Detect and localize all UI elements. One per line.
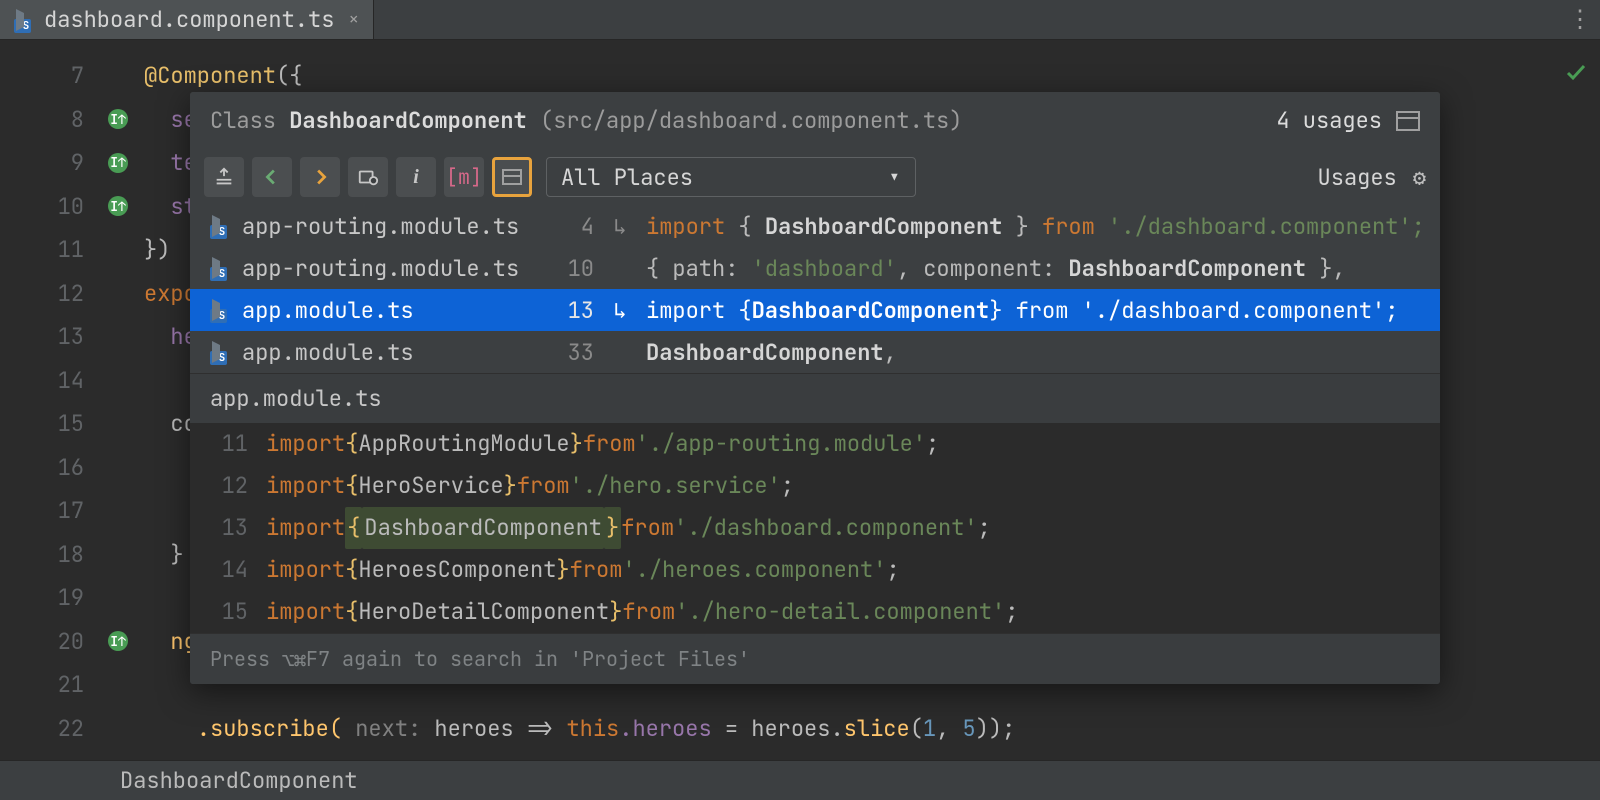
typescript-file-icon [14, 9, 36, 31]
gutter-line: 21 [0, 663, 100, 707]
gutter-line: 16 [0, 446, 100, 490]
gutter-line: 15 [0, 402, 100, 446]
import-usage-icon: ↳ [608, 296, 632, 325]
implements-gutter-icon[interactable]: I↑ [108, 109, 128, 129]
usages-count: 4 usages [1276, 106, 1382, 135]
find-usages-popup: Class DashboardComponent (src/app/dashbo… [190, 92, 1440, 684]
usage-row[interactable]: app.module.ts 13 ↳ import {DashboardCompone… [190, 289, 1440, 331]
gutter-line: 20I↑ [0, 620, 100, 664]
usage-row[interactable]: app-routing.module.ts 10 { path: 'dashboa… [190, 247, 1440, 289]
gutter-line: 12 [0, 272, 100, 316]
show-read-access-button[interactable]: i [396, 157, 436, 197]
statusbar: DashboardComponent [0, 760, 1600, 800]
popup-title-class: DashboardComponent [289, 106, 527, 135]
usages-filter-label[interactable]: Usages [1318, 163, 1397, 192]
show-write-access-button[interactable]: [m] [444, 157, 484, 197]
usage-file: app.module.ts [210, 296, 540, 325]
usage-lineno: 13 [554, 296, 594, 325]
implements-gutter-icon[interactable]: I↑ [108, 196, 128, 216]
usage-lineno: 33 [554, 338, 594, 367]
import-usage-icon: ↳ [608, 212, 632, 241]
usage-row[interactable]: app-routing.module.ts 4 ↳ import { Dashboar… [190, 205, 1440, 247]
gutter-line: 13 [0, 315, 100, 359]
preview-toggle-button[interactable] [492, 157, 532, 197]
preview-filename: app.module.ts [190, 373, 1440, 423]
usage-row[interactable]: app.module.ts 33 DashboardComponent, [190, 331, 1440, 373]
popup-title-prefix: Class [210, 106, 289, 135]
chevron-down-icon: ▾ [888, 163, 901, 192]
statusbar-text: DashboardComponent [120, 766, 358, 795]
gutter-line: 10I↑ [0, 185, 100, 229]
usage-file: app.module.ts [210, 338, 540, 367]
gutter-line: 8I↑ [0, 98, 100, 142]
usage-snippet: DashboardComponent, [646, 338, 1420, 367]
popup-title: Class DashboardComponent (src/app/dashbo… [210, 106, 1276, 135]
gutter-line: 17 [0, 489, 100, 533]
typescript-file-icon [210, 299, 232, 321]
usage-lineno: 4 [554, 212, 594, 241]
preview-line[interactable]: 11import {AppRoutingModule} from './app-… [190, 423, 1440, 465]
next-occurrence-button[interactable] [300, 157, 340, 197]
gutter-line: 7 [0, 54, 100, 98]
expand-all-button[interactable] [204, 157, 244, 197]
close-tab-icon[interactable]: × [348, 8, 359, 31]
usage-file: app-routing.module.ts [210, 212, 540, 241]
popup-toolbar: i [m] All Places ▾ Usages ⚙ [190, 149, 1440, 205]
preview-line[interactable]: 15import {HeroDetailComponent} from './h… [190, 591, 1440, 633]
usage-file: app-routing.module.ts [210, 254, 540, 283]
popup-header: Class DashboardComponent (src/app/dashbo… [190, 92, 1440, 149]
tab-overflow-icon[interactable]: ⋮ [1568, 4, 1590, 35]
editor-tabbar: dashboard.component.ts × ⋮ [0, 0, 1600, 40]
usage-lineno: 10 [554, 254, 594, 283]
popup-hint: Press ⌥⌘F7 again to search in 'Project F… [190, 633, 1440, 684]
gutter-line: 9I↑ [0, 141, 100, 185]
implements-gutter-icon[interactable]: I↑ [108, 631, 128, 651]
preview-pane: 11import {AppRoutingModule} from './app-… [190, 423, 1440, 633]
gear-icon[interactable]: ⚙ [1413, 163, 1426, 192]
implements-gutter-icon[interactable]: I↑ [108, 153, 128, 173]
typescript-file-icon [210, 257, 232, 279]
scope-selector[interactable]: All Places ▾ [546, 157, 916, 197]
editor-tab[interactable]: dashboard.component.ts × [0, 0, 374, 39]
preview-line[interactable]: 13import {DashboardComponent} from './da… [190, 507, 1440, 549]
gutter-line: 14 [0, 359, 100, 403]
code-line[interactable]: @Component({ [144, 54, 1600, 98]
scope-selector-value: All Places [561, 163, 693, 192]
usages-results: app-routing.module.ts 4 ↳ import { Dashboar… [190, 205, 1440, 373]
gutter-line: 18 [0, 533, 100, 577]
open-in-toolwindow-icon[interactable] [1396, 111, 1420, 131]
gutter-line: 11 [0, 228, 100, 272]
usage-snippet: { path: 'dashboard', component: Dashboar… [646, 254, 1420, 283]
typescript-file-icon [210, 215, 232, 237]
preview-line[interactable]: 14import {HeroesComponent} from './heroe… [190, 549, 1440, 591]
tab-filename: dashboard.component.ts [44, 5, 334, 34]
preview-line[interactable]: 12import {HeroService} from './hero.serv… [190, 465, 1440, 507]
typescript-file-icon [210, 341, 232, 363]
gutter-line: 22 [0, 707, 100, 751]
group-by-button[interactable] [348, 157, 388, 197]
gutter-line: 19 [0, 576, 100, 620]
usage-snippet: import { DashboardComponent } from './da… [646, 212, 1420, 241]
prev-occurrence-button[interactable] [252, 157, 292, 197]
popup-title-path: (src/app/dashboard.component.ts) [527, 106, 963, 135]
code-line[interactable]: .subscribe( next: heroes => this.heroes … [144, 707, 1600, 751]
gutter: 78I↑9I↑10I↑11121314151617181920I↑2122 [0, 40, 100, 760]
usage-snippet: import {DashboardComponent} from './dash… [646, 296, 1420, 325]
